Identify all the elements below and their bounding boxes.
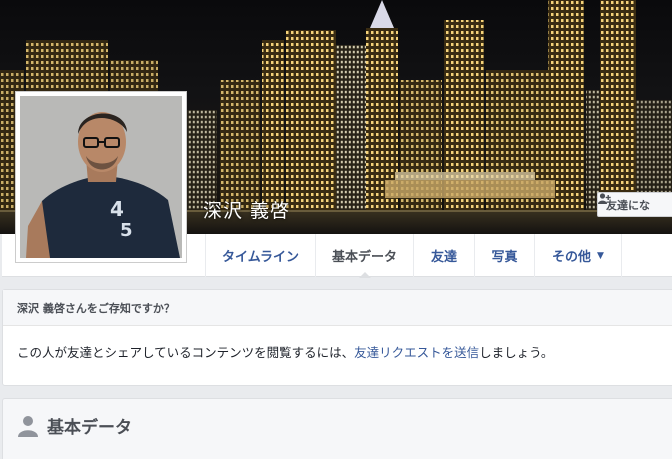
know-card-text-before: この人が友達とシェアしているコンテンツを閲覧するには、: [17, 345, 355, 360]
tab-more[interactable]: その他 ▼: [534, 234, 622, 277]
about-section-title: 基本データ: [47, 418, 132, 438]
svg-text:4: 4: [110, 197, 124, 221]
avatar-photo: 4 5: [20, 96, 182, 258]
avatar: 4 5: [20, 96, 182, 258]
about-section-card: 基本データ: [2, 398, 672, 459]
tab-timeline[interactable]: タイムライン: [205, 234, 315, 277]
tab-about-label: 基本データ: [331, 250, 397, 265]
tab-more-label: その他: [552, 250, 592, 265]
know-card-text-after: しましょう。: [479, 345, 554, 360]
tab-photos-label: 写真: [491, 250, 518, 265]
chevron-down-icon: ▼: [597, 250, 604, 261]
about-section-header: 基本データ: [17, 413, 132, 438]
svg-text:5: 5: [120, 220, 133, 241]
person-silhouette-icon: [18, 415, 38, 437]
know-card-body: この人が友達とシェアしているコンテンツを閲覧するには、友達リクエストを送信しまし…: [3, 326, 672, 377]
tab-photos[interactable]: 写真: [474, 234, 534, 277]
tab-friends-label: 友達: [430, 250, 457, 265]
tab-friends[interactable]: 友達: [413, 234, 474, 277]
tab-about[interactable]: 基本データ: [315, 234, 413, 278]
know-person-card: 深沢 義啓さんをご存知ですか？ この人が友達とシェアしているコンテンツを閲覧する…: [2, 289, 672, 386]
send-friend-request-link[interactable]: 友達リクエストを送信: [354, 345, 479, 360]
profile-name[interactable]: 深沢 義啓: [203, 196, 290, 223]
profile-picture[interactable]: 4 5: [15, 91, 187, 263]
tab-timeline-label: タイムライン: [221, 250, 300, 265]
add-friend-button[interactable]: 友達にな: [597, 192, 672, 217]
add-friend-label: 友達にな: [606, 198, 650, 212]
know-card-header: 深沢 義啓さんをご存知ですか？: [3, 290, 672, 326]
add-friend-icon: [598, 193, 611, 204]
